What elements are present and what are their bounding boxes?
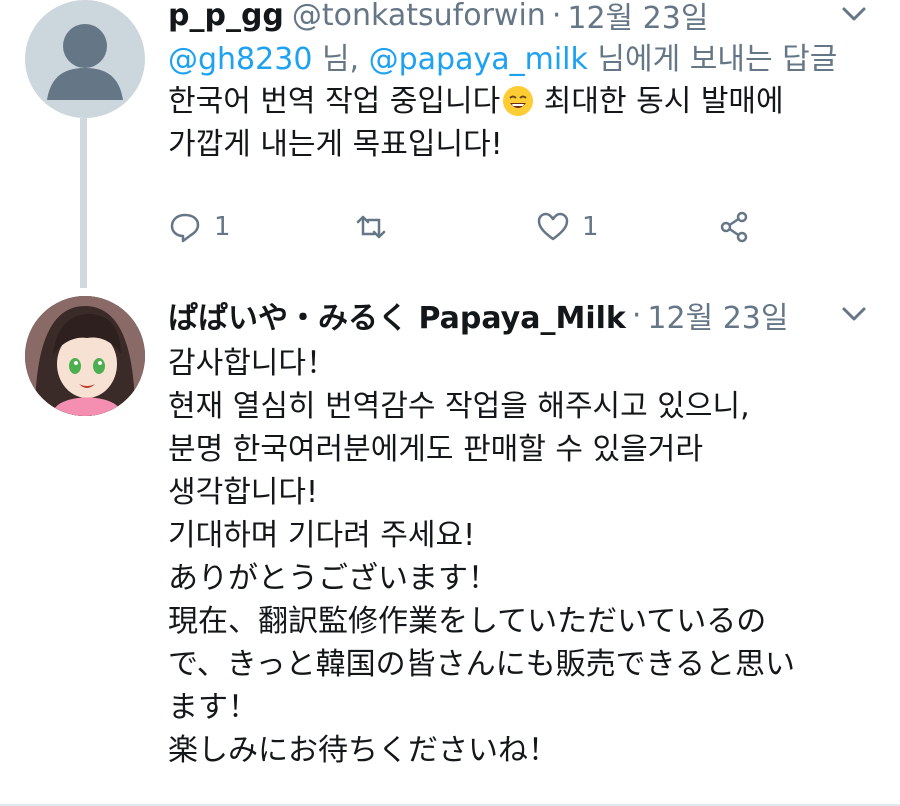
display-name[interactable]: ぱぱいや・みるく Papaya_Milk bbox=[168, 293, 626, 337]
share-button[interactable] bbox=[718, 202, 752, 252]
tweet-text-part: 가깝게 내는게 목표입니다! bbox=[168, 127, 503, 162]
chevron-down-icon[interactable] bbox=[838, 302, 870, 326]
tweet-text: 한국어 번역 작업 중입니다 최대한 동시 발매에가깝게 내는게 목표입니다! bbox=[168, 80, 870, 166]
retweet-button[interactable] bbox=[354, 202, 388, 252]
reply-count: 1 bbox=[214, 212, 231, 242]
like-count: 1 bbox=[582, 212, 599, 242]
tweet-text-part: 최대한 동시 발매에 bbox=[534, 84, 784, 119]
display-name[interactable]: p_p_gg bbox=[168, 0, 284, 33]
chevron-down-icon[interactable] bbox=[838, 2, 870, 26]
reply-to-suffix: 님에게 보내는 답글 bbox=[587, 42, 838, 77]
tweet-actions: 1 1 bbox=[168, 202, 768, 252]
like-button[interactable]: 1 bbox=[536, 202, 599, 252]
tweet-2[interactable]: ぱぱいや・みるく Papaya_Milk · 12월 23일 감사합니다！ 현재… bbox=[168, 290, 870, 772]
separator-dot: · bbox=[631, 297, 642, 333]
tweet-1[interactable]: p_p_gg @tonkatsuforwin · 12월 23일 @gh8230… bbox=[168, 0, 870, 166]
share-icon bbox=[720, 211, 748, 243]
tweet-text: 감사합니다！ 현재 열심히 번역감수 작업을 해주시고 있으니, 분명 한국여러… bbox=[168, 346, 795, 768]
separator-dot: · bbox=[551, 0, 562, 33]
tweet-header: ぱぱいや・みるく Papaya_Milk · 12월 23일 bbox=[168, 290, 870, 340]
tweet-text-part: 한국어 번역 작업 중입니다 bbox=[168, 84, 501, 119]
avatar-p-p-gg[interactable] bbox=[25, 0, 145, 118]
retweet-icon bbox=[356, 215, 386, 239]
avatar-papaya-milk[interactable] bbox=[25, 296, 145, 416]
anime-girl-avatar-image bbox=[25, 296, 145, 416]
mention-link[interactable]: @gh8230 bbox=[168, 42, 312, 77]
tweet-header: p_p_gg @tonkatsuforwin · 12월 23일 bbox=[168, 0, 870, 40]
timestamp[interactable]: 12월 23일 bbox=[647, 293, 788, 337]
smiling-face-emoji bbox=[503, 86, 534, 116]
reply-to-separator: 님, bbox=[312, 42, 369, 77]
thread-connector-line bbox=[80, 118, 87, 288]
user-handle[interactable]: @tonkatsuforwin bbox=[292, 0, 546, 33]
reply-button[interactable]: 1 bbox=[168, 202, 231, 252]
replying-to: @gh8230 님, @papaya_milk 님에게 보내는 답글 bbox=[168, 40, 870, 80]
like-icon bbox=[537, 212, 569, 241]
reply-icon bbox=[170, 213, 200, 243]
timestamp[interactable]: 12월 23일 bbox=[567, 0, 708, 37]
default-profile-icon bbox=[47, 24, 123, 100]
mention-link[interactable]: @papaya_milk bbox=[369, 42, 588, 77]
